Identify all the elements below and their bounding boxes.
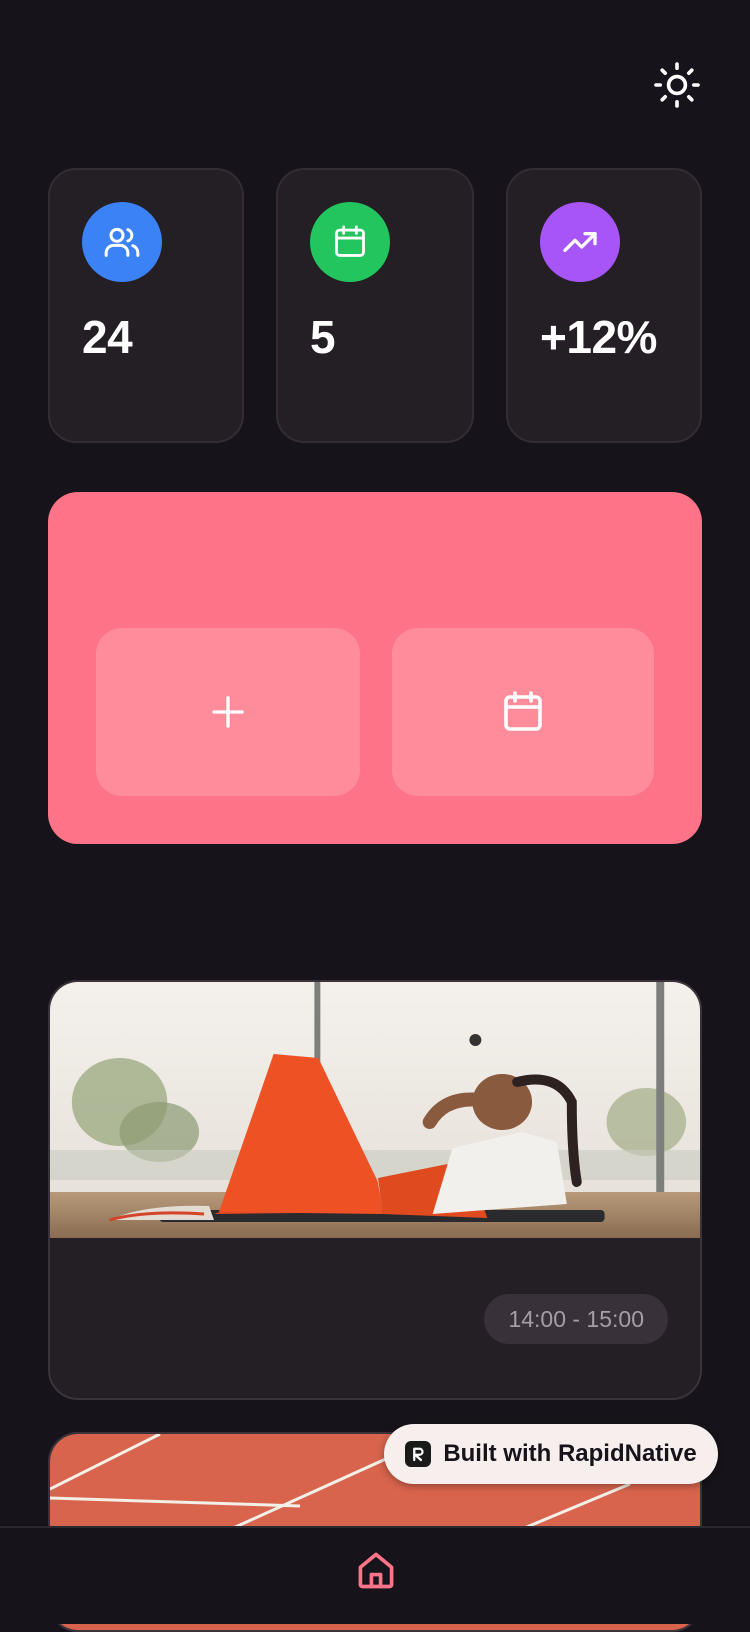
calendar-icon xyxy=(335,225,365,257)
stat-card-members[interactable]: 24 xyxy=(48,168,244,443)
rapidnative-logo-icon xyxy=(405,1441,432,1467)
home-icon xyxy=(358,1552,394,1589)
stat-value: +12% xyxy=(540,311,657,363)
add-session-button[interactable] xyxy=(96,628,360,796)
theme-toggle-button[interactable] xyxy=(652,60,702,110)
quick-actions-panel xyxy=(48,492,702,844)
stat-icon-badge xyxy=(540,202,620,282)
stat-card-growth[interactable]: +12% xyxy=(506,168,702,443)
calendar-icon xyxy=(504,691,542,731)
woman-doing-crunches-photo xyxy=(50,982,700,1238)
stat-icon-badge xyxy=(82,202,162,282)
sun-icon xyxy=(654,62,700,108)
stat-value: 5 xyxy=(310,311,336,363)
built-with-badge[interactable]: Built with RapidNative xyxy=(384,1424,718,1484)
stat-value: 24 xyxy=(82,311,133,363)
session-time-badge: 14:00 - 15:00 xyxy=(484,1294,668,1344)
stat-card-sessions[interactable]: 5 xyxy=(276,168,474,443)
stat-icon-badge xyxy=(310,202,390,282)
session-card[interactable]: 14:00 - 15:00 xyxy=(48,980,702,1400)
trending-up-icon xyxy=(563,232,597,252)
built-with-label: Built with RapidNative xyxy=(443,1440,697,1467)
nav-home-tab[interactable] xyxy=(352,1546,400,1594)
plus-icon xyxy=(212,696,244,728)
schedule-button[interactable] xyxy=(392,628,654,796)
bottom-navigation xyxy=(0,1526,750,1624)
users-icon xyxy=(104,227,140,257)
